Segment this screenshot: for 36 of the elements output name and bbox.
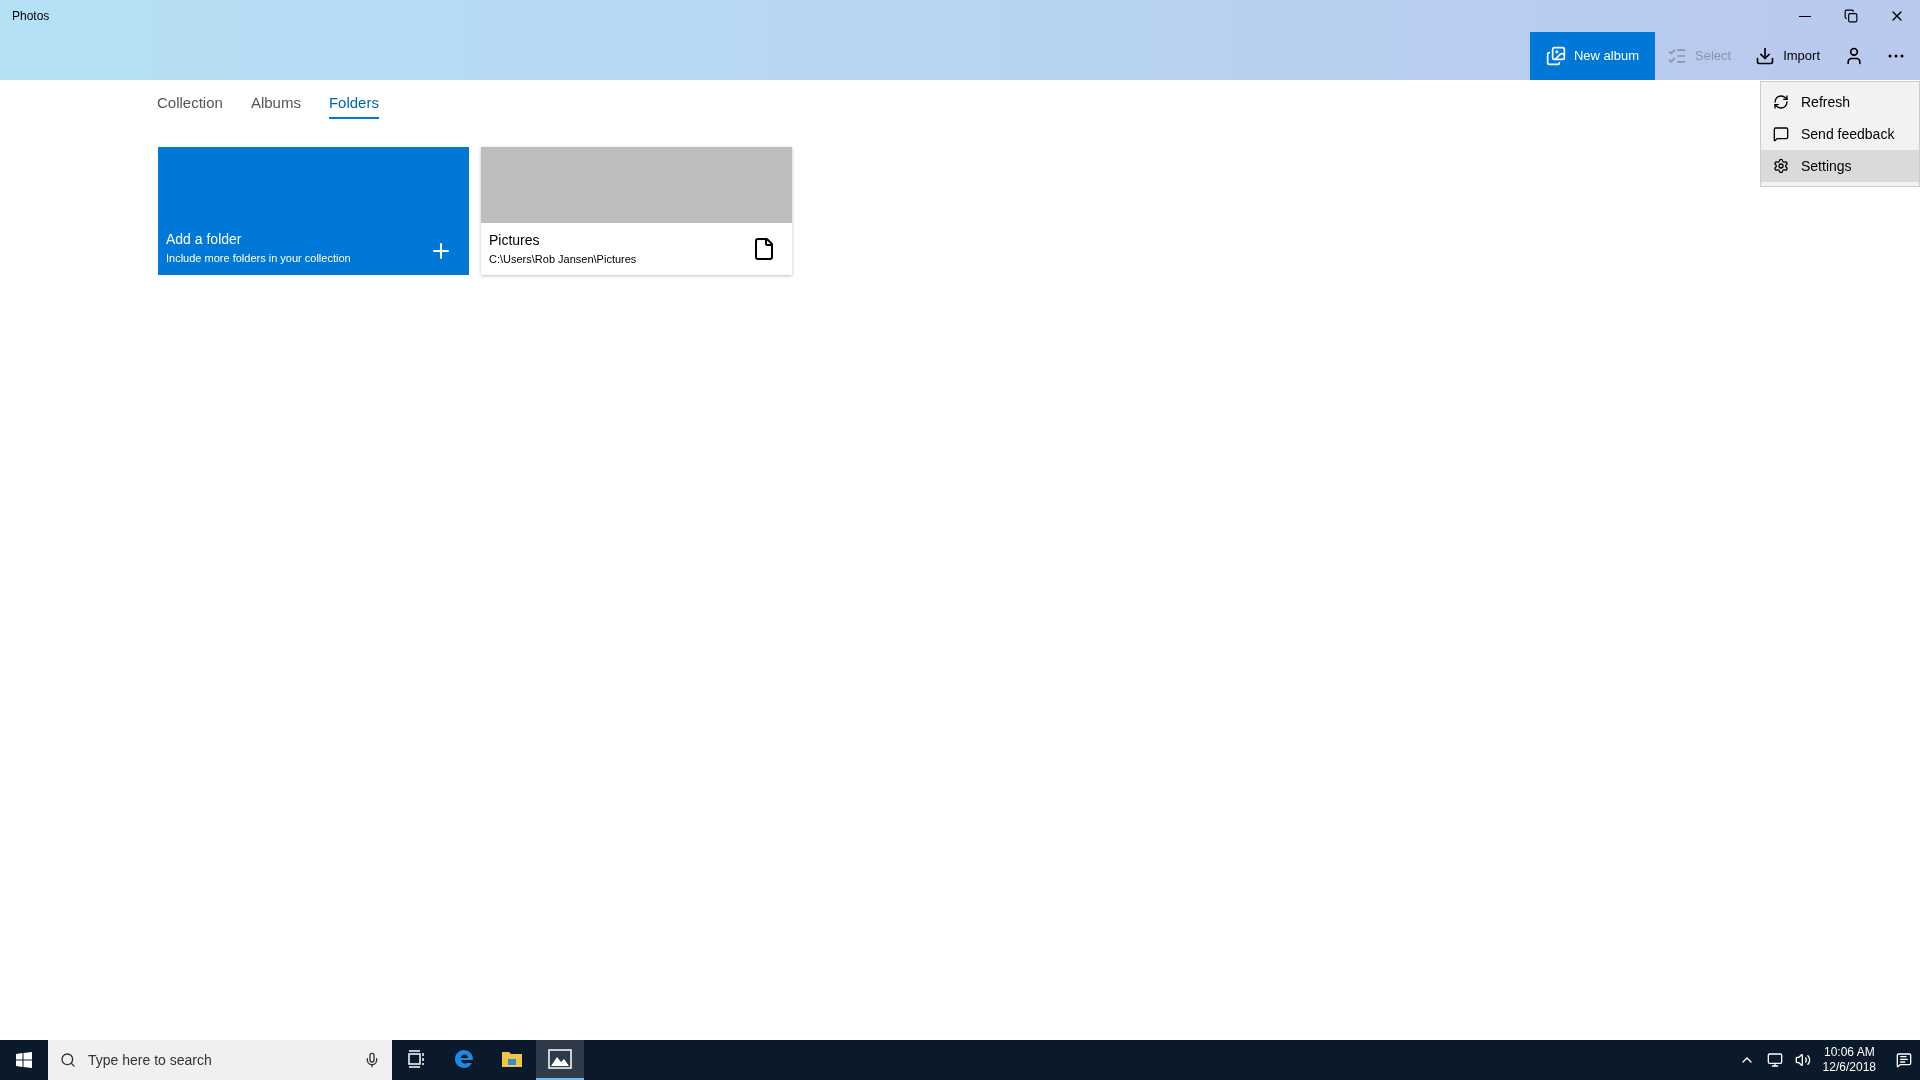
new-album-button[interactable]: New album [1530,32,1655,80]
file-icon [752,236,776,261]
tab[interactable]: Folders [328,92,379,119]
checklist-icon [1667,46,1687,66]
feedback-icon [1773,126,1789,142]
windows-icon [16,1052,32,1068]
browser-icon [453,1048,475,1070]
tab[interactable]: Albums [250,92,301,119]
task-view-icon [407,1050,425,1068]
menu-item[interactable]: Send feedback [1761,118,1919,150]
volume-icon [1794,1052,1811,1068]
search-field[interactable]: Type here to search [88,1049,352,1071]
settings-icon [1773,158,1789,174]
album-icon [1546,46,1566,66]
window-title: Photos [11,8,51,25]
minimize-icon [1799,15,1811,17]
refresh-icon [1773,94,1789,110]
taskbar-app[interactable] [536,1040,584,1080]
network-icon [1766,1052,1783,1068]
clock-time: 10:06 AM [1823,1045,1875,1060]
folder-icon [501,1049,523,1069]
notifications-icon [1896,1052,1912,1068]
microphone-icon [364,1052,380,1068]
photos-icon [548,1049,572,1069]
clock-date: 12/6/2018 [1822,1060,1876,1075]
import-button[interactable]: Import [1743,32,1832,80]
search-icon [60,1052,76,1068]
import-icon [1755,46,1776,66]
more-icon [1888,54,1904,58]
tab[interactable]: Collection [157,92,223,119]
add-folder-tile[interactable]: Add a folder Include more folders in your collection [158,146,469,275]
menu-item[interactable]: Refresh [1761,86,1919,118]
folder-tile[interactable]: Pictures C:\Users\Rob Jansen\Pictures [481,146,792,275]
search-bar[interactable]: Type here to search [48,1040,392,1080]
menu-item[interactable]: Settings [1761,150,1919,182]
restore-icon [1844,9,1858,23]
